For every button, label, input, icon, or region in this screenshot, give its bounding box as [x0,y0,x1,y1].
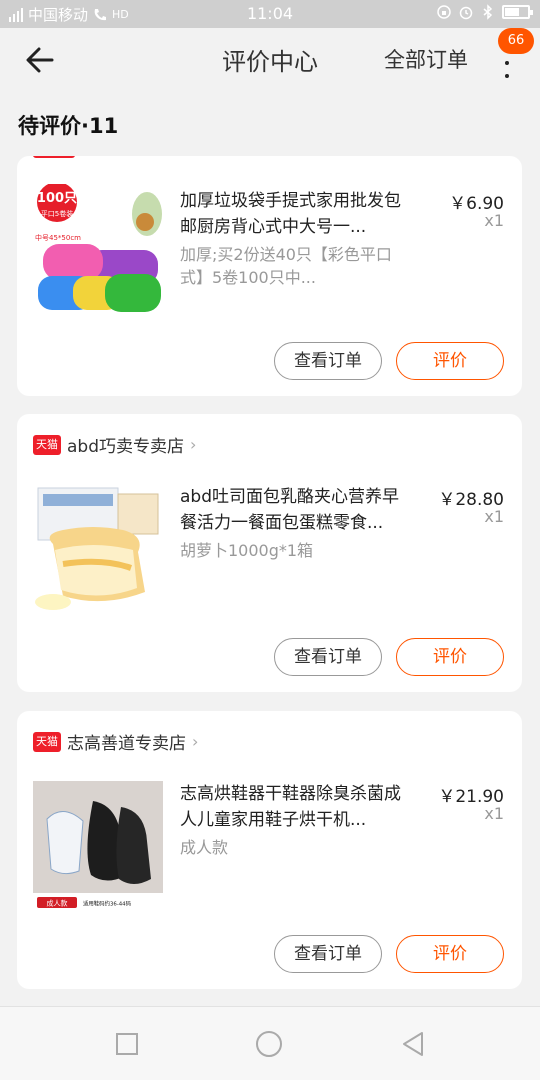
store-row[interactable]: 天猫 abd巧卖专卖店 › [33,432,196,457]
product-image[interactable] [33,484,163,614]
alarm-icon [459,6,473,20]
product-spec: 加厚;买2份送40只【彩色平口式】5卷100只中... [180,245,392,287]
view-order-button[interactable]: 查看订单 [274,342,382,380]
square-icon [116,1033,138,1055]
shoe-dryer-image: 成人款 适用鞋码约36-44码 [33,781,163,911]
all-orders-link[interactable]: 全部订单 [384,44,468,74]
order-card: 天猫 abd巧卖专卖店 › abd吐司面包乳酪夹心营养早餐活力一餐面包蛋糕零食.… [17,414,522,692]
home-button[interactable] [254,1029,284,1059]
review-button[interactable]: 评价 [396,638,504,676]
product-spec: 胡萝卜1000g*1箱 [180,541,314,560]
store-row[interactable]: 天猫 志高善道专卖店 › [33,729,198,754]
product-image[interactable]: 成人款 适用鞋码约36-44码 [33,781,163,911]
nav-back-button[interactable] [398,1029,428,1059]
view-order-button[interactable]: 查看订单 [274,935,382,973]
size-text: 中号45*50cm [35,233,81,242]
product-title[interactable]: abd吐司面包乳酪夹心营养早餐活力一餐面包蛋糕零食... [180,484,405,536]
battery-icon [502,5,533,19]
product-qty: x1 [484,804,504,823]
product-spec: 成人款 [180,838,229,857]
status-bar: 中国移动 HD 11:04 [0,0,540,28]
review-button[interactable]: 评价 [396,342,504,380]
review-button[interactable]: 评价 [396,935,504,973]
section-title: 待评价·11 [18,114,119,138]
lock-rotation-icon [437,5,451,19]
product-qty: x1 [484,211,504,230]
product-qty: x1 [484,507,504,526]
tmall-tag: 天猫 [33,434,61,455]
product-title[interactable]: 加厚垃圾袋手提式家用批发包邮厨房背心式中大号一... [180,188,405,240]
garbage-bag-image: 100只 平口5卷装 中号45*50cm [33,184,163,314]
order-card: 天猫 志高善道专卖店 › 成人款 适用鞋码约36-44码 志高烘鞋器干鞋器除臭杀… [17,711,522,989]
toast-bread-image [33,484,163,614]
store-name[interactable]: abd巧卖专卖店 [67,432,184,457]
system-nav-bar [0,1006,540,1080]
badge-text: 100只 [37,191,77,206]
view-order-button[interactable]: 查看订单 [274,638,382,676]
chevron-right-icon: › [190,435,197,454]
tmall-tag: 天猫 [33,731,61,752]
bluetooth-icon [483,4,493,20]
top-header: 评价中心 全部订单 66 [0,28,540,92]
product-image[interactable]: 100只 平口5卷装 中号45*50cm [33,184,163,314]
circle-icon [256,1031,282,1057]
message-count-badge: 66 [498,28,534,54]
image-tag: 成人款 [47,899,68,908]
store-tag-partial [33,156,75,158]
product-title[interactable]: 志高烘鞋器干鞋器除臭杀菌成人儿童家用鞋子烘干机... [180,781,405,833]
chevron-right-icon: › [192,732,199,751]
recent-apps-button[interactable] [112,1029,142,1059]
store-name[interactable]: 志高善道专卖店 [67,729,186,754]
badge-sub-text: 平口5卷装 [41,209,73,218]
image-caption: 适用鞋码约36-44码 [83,900,132,908]
status-right [436,4,533,20]
order-card: 100只 平口5卷装 中号45*50cm 加厚垃圾袋手提式家用批发包邮厨房背心式… [17,156,522,396]
triangle-left-icon [403,1032,423,1056]
